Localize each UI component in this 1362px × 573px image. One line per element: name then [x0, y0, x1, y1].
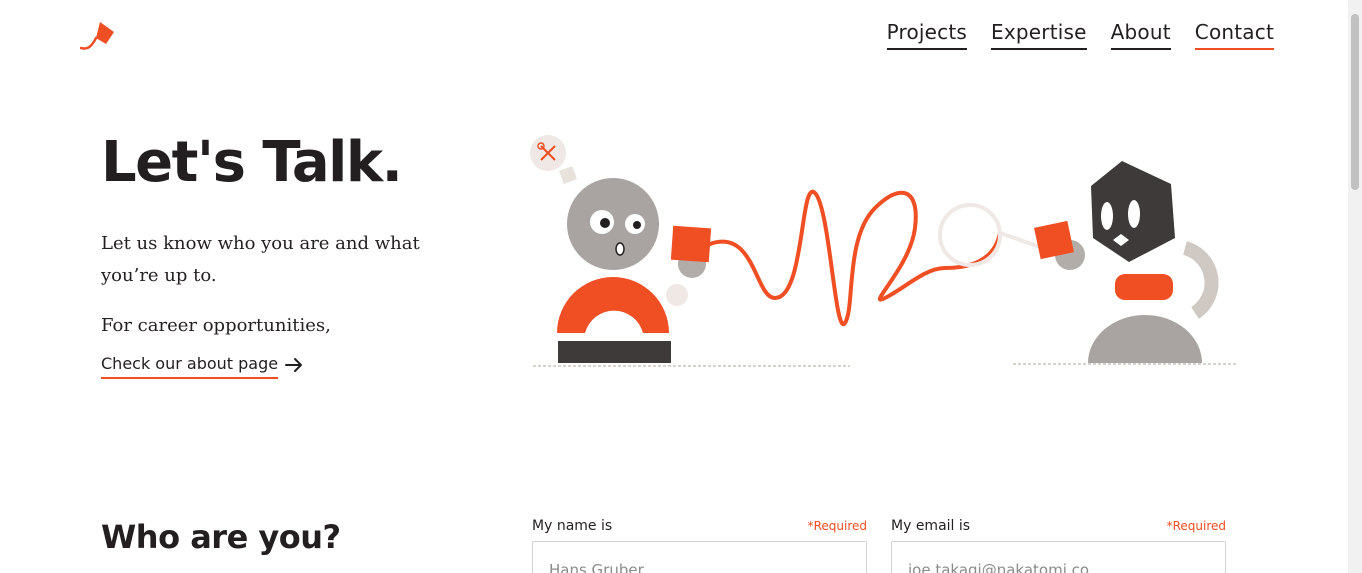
name-field-group: My name is *Required — [532, 518, 867, 573]
about-page-link[interactable]: Check our about page — [101, 354, 304, 379]
nav-about[interactable]: About — [1110, 20, 1171, 50]
career-text: For career opportunities, — [101, 315, 331, 336]
nav-contact[interactable]: Contact — [1194, 20, 1274, 50]
email-required-marker: *Required — [1166, 519, 1226, 533]
nav-projects[interactable]: Projects — [886, 20, 968, 50]
scrollbar-thumb[interactable] — [1351, 14, 1359, 190]
talking-characters-illustration — [530, 135, 1237, 367]
main-nav: Projects Expertise About Contact — [886, 20, 1274, 50]
email-field-group: My email is *Required — [891, 518, 1226, 573]
email-input[interactable] — [891, 541, 1226, 573]
name-input[interactable] — [532, 541, 867, 573]
about-link-label: Check our about page — [101, 354, 279, 379]
kite-logo-icon[interactable] — [80, 20, 116, 54]
section-title-who-are-you: Who are you? — [101, 518, 341, 556]
page-scrollbar[interactable] — [1348, 0, 1362, 573]
email-field-label: My email is — [891, 518, 971, 534]
arrow-right-icon — [285, 357, 303, 372]
page-title: Let's Talk. — [101, 130, 403, 195]
name-required-marker: *Required — [807, 519, 867, 533]
intro-text: Let us know who you are and what you’re … — [101, 233, 420, 286]
name-field-label: My name is — [532, 518, 613, 534]
nav-expertise[interactable]: Expertise — [991, 20, 1087, 50]
